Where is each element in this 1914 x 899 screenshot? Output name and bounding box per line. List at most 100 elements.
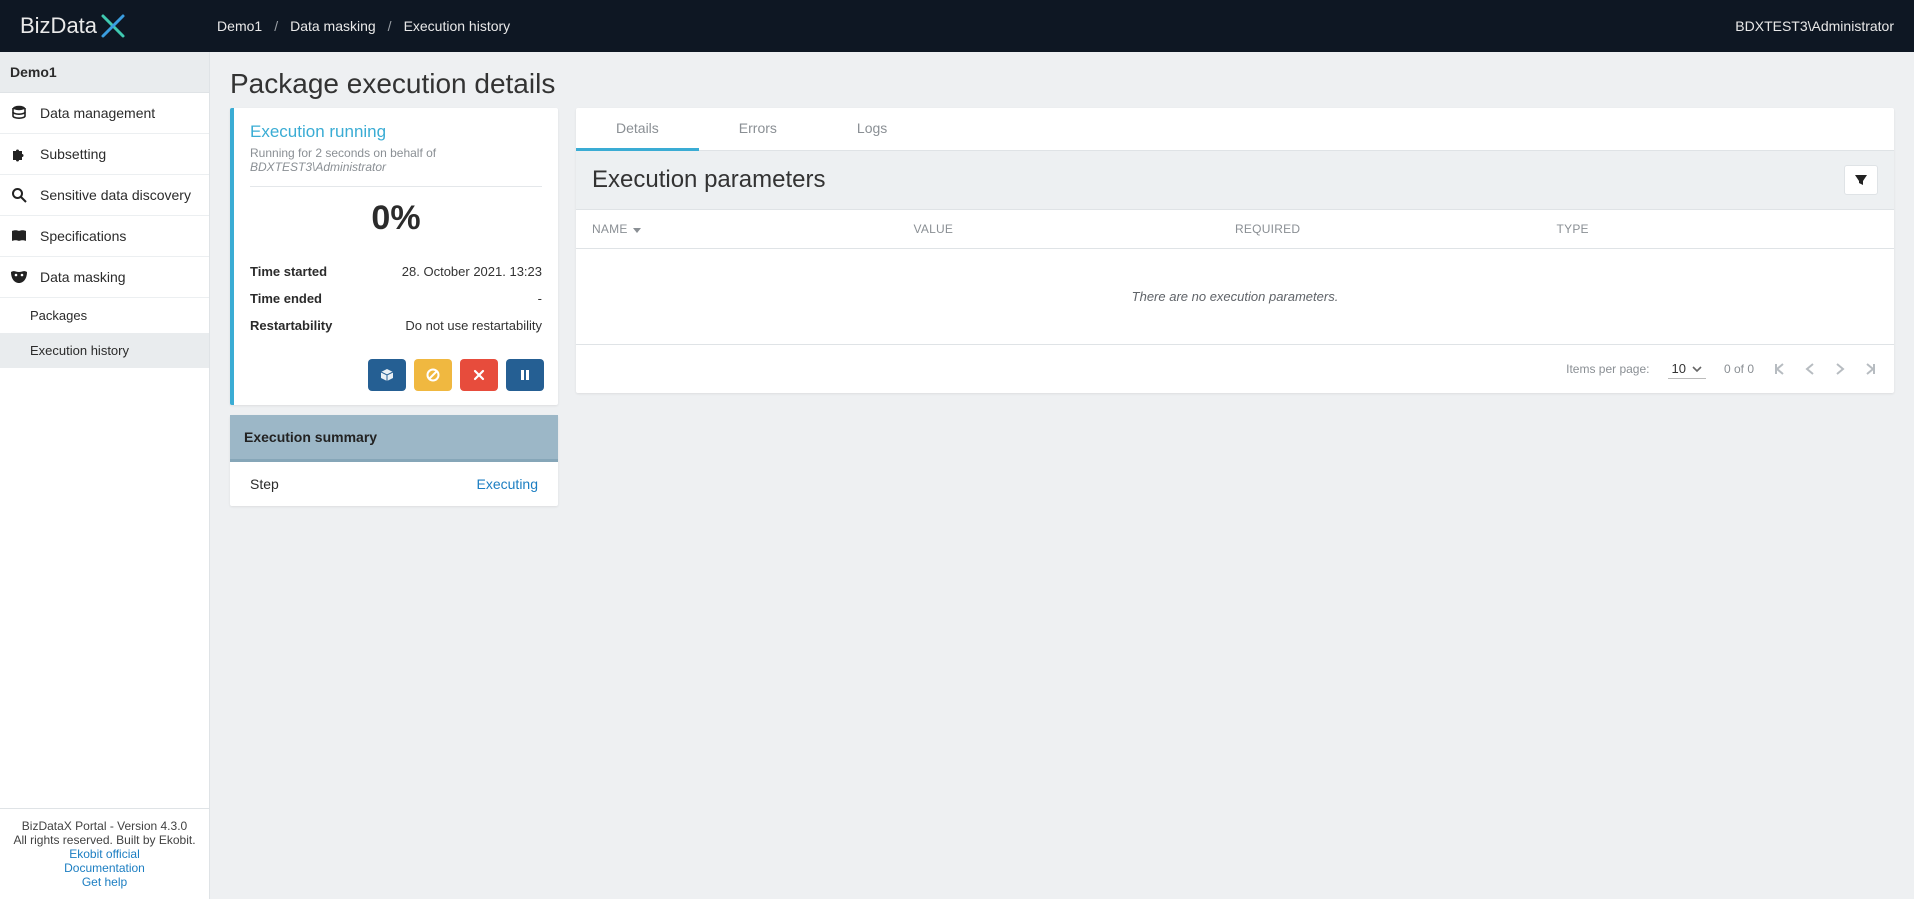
sidebar: Demo1 Data management Subsetting Sensiti… xyxy=(0,52,210,899)
sidebar-sub-packages[interactable]: Packages xyxy=(0,298,209,333)
current-user[interactable]: BDXTEST3\Administrator xyxy=(1735,18,1894,34)
col-required[interactable]: REQUIRED xyxy=(1235,222,1557,236)
chevron-down-icon xyxy=(1692,364,1702,374)
filter-icon xyxy=(1854,173,1868,187)
content-row: Execution running Running for 2 seconds … xyxy=(210,108,1914,526)
kv-key: Time started xyxy=(250,264,327,279)
box-icon xyxy=(380,368,394,382)
kv-val: 28. October 2021. 13:23 xyxy=(402,264,542,279)
search-icon xyxy=(10,187,28,203)
logo[interactable]: BizData xyxy=(20,12,127,40)
pager-prev[interactable] xyxy=(1804,362,1816,376)
summary-header: Execution summary xyxy=(230,415,558,462)
sidebar-item-label: Data management xyxy=(40,105,155,121)
puzzle-icon xyxy=(10,146,28,162)
progress-percent: 0% xyxy=(250,193,542,248)
footer-rights: All rights reserved. Built by Ekobit. xyxy=(8,833,201,847)
tabs: Details Errors Logs xyxy=(576,108,1894,151)
details-panel: Details Errors Logs Execution parameters… xyxy=(576,108,1894,393)
pager-first[interactable] xyxy=(1772,362,1786,376)
cancel-icon xyxy=(426,368,440,382)
sidebar-item-sensitive-discovery[interactable]: Sensitive data discovery xyxy=(0,175,209,216)
sidebar-header: Demo1 xyxy=(0,52,209,93)
cancel-button[interactable] xyxy=(414,359,452,391)
mask-icon xyxy=(10,269,28,285)
left-column: Execution running Running for 2 seconds … xyxy=(230,108,558,506)
sidebar-item-label: Subsetting xyxy=(40,146,106,162)
kv-val: - xyxy=(538,291,542,306)
book-icon xyxy=(10,228,28,244)
page-title: Package execution details xyxy=(210,52,1914,108)
col-label: NAME xyxy=(592,222,628,236)
sidebar-item-subsetting[interactable]: Subsetting xyxy=(0,134,209,175)
sort-down-icon xyxy=(632,224,642,234)
sidebar-item-specifications[interactable]: Specifications xyxy=(0,216,209,257)
col-label: TYPE xyxy=(1557,222,1589,236)
footer-link-ekobit[interactable]: Ekobit official xyxy=(8,847,201,861)
breadcrumb-item-0[interactable]: Demo1 xyxy=(217,18,262,34)
package-button[interactable] xyxy=(368,359,406,391)
breadcrumb-item-1[interactable]: Data masking xyxy=(290,18,376,34)
kv-time-started: Time started 28. October 2021. 13:23 xyxy=(250,258,542,285)
chevron-left-icon xyxy=(1804,362,1816,376)
filter-button[interactable] xyxy=(1844,165,1878,195)
logo-text: BizData xyxy=(20,13,97,39)
page-size-value: 10 xyxy=(1672,361,1686,376)
pager: Items per page: 10 0 of 0 xyxy=(576,344,1894,393)
col-value[interactable]: VALUE xyxy=(914,222,1236,236)
footer-version: BizDataX Portal - Version 4.3.0 xyxy=(8,819,201,833)
chevron-right-icon xyxy=(1834,362,1846,376)
page-first-icon xyxy=(1772,362,1786,376)
database-icon xyxy=(10,105,28,121)
kv-val: Do not use restartability xyxy=(405,318,542,333)
pager-next[interactable] xyxy=(1834,362,1846,376)
pager-buttons xyxy=(1772,362,1878,376)
sidebar-item-label: Data masking xyxy=(40,269,126,285)
status-actions xyxy=(234,349,558,405)
sidebar-item-label: Specifications xyxy=(40,228,126,244)
kv-key: Restartability xyxy=(250,318,332,333)
tab-logs[interactable]: Logs xyxy=(817,108,927,150)
divider xyxy=(250,186,542,187)
main: Package execution details Execution runn… xyxy=(210,52,1914,899)
pause-icon xyxy=(519,369,531,381)
status-subtitle: Running for 2 seconds on behalf of BDXTE… xyxy=(250,146,542,174)
table-header: NAME VALUE REQUIRED TYPE xyxy=(576,210,1894,249)
empty-message: There are no execution parameters. xyxy=(576,249,1894,344)
tab-details[interactable]: Details xyxy=(576,108,699,151)
tab-errors[interactable]: Errors xyxy=(699,108,817,150)
sidebar-footer: BizDataX Portal - Version 4.3.0 All righ… xyxy=(0,808,209,899)
panel-title: Execution parameters xyxy=(592,166,825,194)
kv-key: Time ended xyxy=(250,291,322,306)
summary-row: Step Executing xyxy=(230,462,558,506)
breadcrumb-sep: / xyxy=(274,18,278,34)
page-size-select[interactable]: 10 xyxy=(1668,359,1706,379)
summary-status[interactable]: Executing xyxy=(477,476,538,492)
footer-link-docs[interactable]: Documentation xyxy=(8,861,201,875)
logo-x-icon xyxy=(99,12,127,40)
breadcrumb: Demo1 / Data masking / Execution history xyxy=(217,18,510,34)
status-subtext: Running for 2 seconds on behalf of xyxy=(250,146,436,160)
pager-range: 0 of 0 xyxy=(1724,362,1754,376)
pager-last[interactable] xyxy=(1864,362,1878,376)
status-user: BDXTEST3\Administrator xyxy=(250,160,386,174)
sidebar-subnav: Packages Execution history xyxy=(0,298,209,368)
stop-button[interactable] xyxy=(460,359,498,391)
footer-link-help[interactable]: Get help xyxy=(8,875,201,889)
status-title: Execution running xyxy=(250,122,542,142)
breadcrumb-item-2[interactable]: Execution history xyxy=(404,18,511,34)
sidebar-sub-execution-history[interactable]: Execution history xyxy=(0,333,209,368)
col-label: REQUIRED xyxy=(1235,222,1300,236)
sidebar-item-data-management[interactable]: Data management xyxy=(0,93,209,134)
execution-status-card: Execution running Running for 2 seconds … xyxy=(230,108,558,405)
pager-label: Items per page: xyxy=(1566,362,1649,376)
breadcrumb-sep: / xyxy=(388,18,392,34)
panel-head: Execution parameters xyxy=(576,151,1894,210)
pause-button[interactable] xyxy=(506,359,544,391)
col-type[interactable]: TYPE xyxy=(1557,222,1879,236)
sidebar-item-data-masking[interactable]: Data masking xyxy=(0,257,209,298)
summary-step-label: Step xyxy=(250,476,279,492)
col-label: VALUE xyxy=(914,222,954,236)
sidebar-item-label: Sensitive data discovery xyxy=(40,187,191,203)
col-name[interactable]: NAME xyxy=(592,222,914,236)
